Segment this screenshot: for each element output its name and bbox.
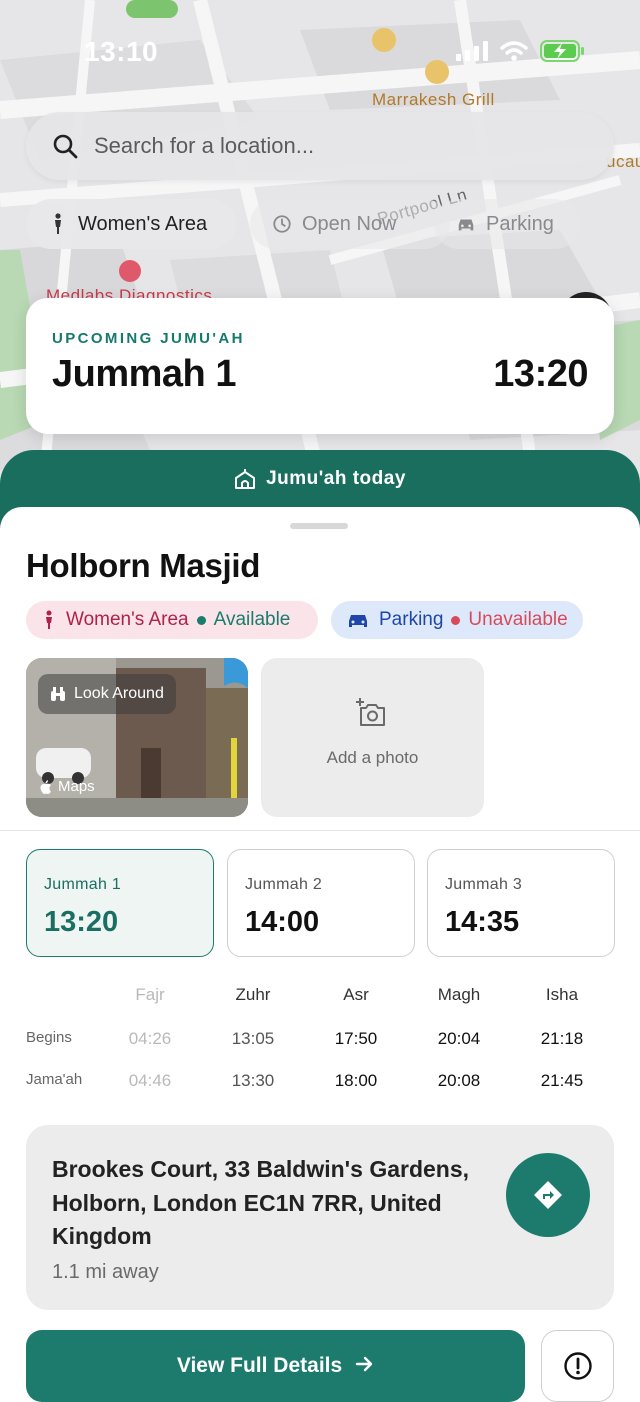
add-photo-button[interactable]: Add a photo [261, 658, 484, 817]
mosque-icon [235, 469, 256, 489]
upcoming-eyebrow: UPCOMING JUMU'AH [52, 330, 245, 347]
maps-label: Maps [58, 778, 95, 795]
car-icon [349, 615, 367, 627]
womens-area-status: Available [213, 609, 291, 630]
status-dot [451, 615, 461, 625]
jummah-card-1[interactable]: Jummah 1 13:20 [26, 849, 214, 957]
arrow-right-icon [355, 1356, 373, 1372]
jummah-time: 14:00 [245, 906, 320, 938]
apple-logo-icon [40, 779, 51, 794]
womens-area-label: Women's Area [66, 609, 189, 630]
table-cell: 18:00 [334, 1071, 378, 1090]
filter-chip-parking[interactable]: Parking [434, 199, 580, 249]
person-icon [55, 213, 61, 234]
sheet-drag-handle[interactable] [290, 523, 348, 529]
jummah-card-3[interactable]: Jummah 3 14:35 [427, 849, 615, 957]
filter-chip-womens-area[interactable]: Women's Area [26, 199, 236, 249]
location-search[interactable]: Search for a location... [26, 112, 614, 180]
address-card: Brookes Court, 33 Baldwin's Gardens, Hol… [26, 1125, 614, 1310]
jummah-label: Jummah 3 [445, 876, 523, 893]
status-dot [196, 615, 206, 625]
report-issue-button[interactable] [541, 1330, 614, 1402]
column-header-zuhr: Zuhr [235, 985, 271, 1004]
signal-icon [456, 41, 488, 61]
parking-label: Parking [379, 609, 444, 630]
directions-icon [534, 1181, 562, 1209]
wifi-icon [500, 41, 528, 61]
look-around-button[interactable]: Look Around [38, 674, 176, 714]
look-around-photo[interactable]: Look Around Maps [26, 658, 248, 817]
jummah-time: 14:35 [445, 906, 520, 938]
filter-chip-label: Parking [486, 212, 554, 235]
upcoming-time: 13:20 [493, 353, 588, 395]
column-header-fajr: Fajr [135, 985, 165, 1004]
add-photo-label: Add a photo [326, 748, 419, 767]
table-cell: 20:08 [437, 1071, 481, 1090]
search-icon [53, 134, 78, 159]
view-full-details-button[interactable]: View Full Details [26, 1330, 525, 1402]
masjid-detail-sheet: Holborn Masjid Women's Area Available Pa… [0, 507, 640, 1402]
directions-button[interactable] [506, 1153, 590, 1237]
filter-chip-label: Women's Area [78, 212, 208, 235]
address-text: Brookes Court, 33 Baldwin's Gardens, Hol… [52, 1156, 470, 1249]
battery-charging-icon [540, 40, 584, 62]
table-cell: 21:18 [540, 1029, 584, 1048]
jummah-label: Jummah 2 [245, 876, 323, 893]
search-placeholder: Search for a location... [94, 133, 315, 158]
column-header-asr: Asr [343, 985, 369, 1004]
table-cell: 20:04 [437, 1029, 481, 1048]
maps-attribution: Maps [40, 778, 95, 795]
upcoming-jumuah-card[interactable]: UPCOMING JUMU'AH Jummah 1 13:20 [26, 298, 614, 434]
filter-chip-open-now[interactable]: Open Now [250, 199, 450, 249]
column-header-isha: Isha [545, 985, 579, 1004]
car-icon [458, 219, 474, 231]
table-cell: 21:45 [540, 1071, 584, 1090]
parking-badge: Parking Unavailable [331, 601, 583, 639]
masjid-name: Holborn Masjid [26, 547, 261, 584]
clock-icon [273, 215, 291, 233]
jummah-time: 13:20 [44, 906, 119, 938]
parking-status: Unavailable [468, 609, 568, 630]
person-icon [46, 610, 52, 629]
table-cell: 04:46 [128, 1071, 172, 1090]
status-icons [456, 40, 586, 62]
exclamation-circle-icon [563, 1352, 592, 1380]
section-divider [0, 830, 640, 831]
add-photo-icon [356, 698, 385, 726]
upcoming-name: Jummah 1 [52, 353, 236, 395]
status-time: 13:10 [84, 36, 159, 67]
table-cell: 13:05 [231, 1029, 275, 1048]
look-around-label: Look Around [74, 685, 164, 702]
binoculars-icon [51, 687, 65, 701]
table-cell: 13:30 [231, 1071, 275, 1090]
table-cell: 17:50 [334, 1029, 378, 1048]
filter-chip-label: Open Now [302, 212, 397, 235]
column-header-magh: Magh [437, 985, 481, 1004]
table-cell: 04:26 [128, 1029, 172, 1048]
banner-label: Jumu'ah today [266, 468, 406, 489]
status-bar: 13:10 [0, 0, 640, 100]
distance-text: 1.1 mi away [52, 1261, 159, 1283]
womens-area-badge: Women's Area Available [26, 601, 318, 639]
view-details-label: View Full Details [176, 1354, 343, 1377]
jummah-card-2[interactable]: Jummah 2 14:00 [227, 849, 415, 957]
jummah-label: Jummah 1 [44, 876, 122, 893]
